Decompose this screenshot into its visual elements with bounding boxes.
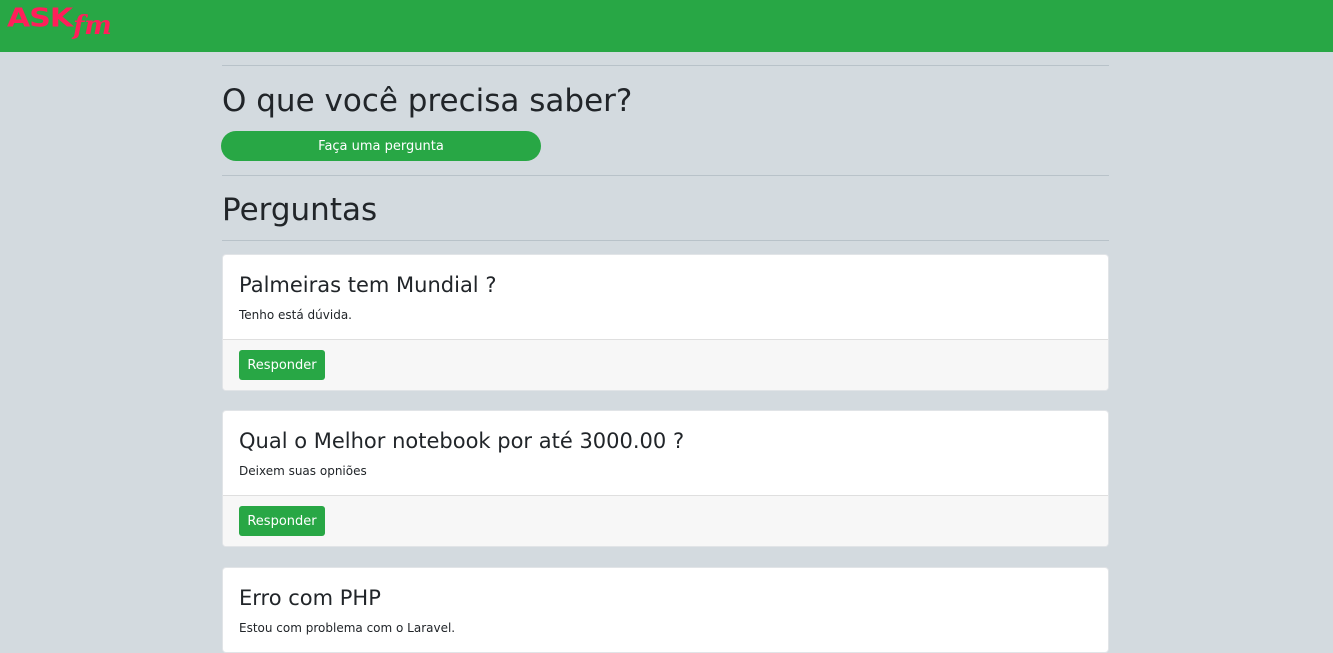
ask-question-button[interactable]: Faça uma pergunta — [221, 131, 541, 161]
askfm-logo[interactable]: ASK fm — [7, 4, 112, 44]
divider-bottom — [222, 240, 1109, 241]
logo-fm-text: fm — [73, 11, 112, 41]
divider-middle — [222, 175, 1109, 176]
question-card-body: Palmeiras tem Mundial ? Tenho está dúvid… — [223, 255, 1108, 339]
question-text: Deixem suas opniões — [239, 464, 367, 478]
question-card-footer: Responder — [223, 339, 1108, 390]
question-title: Erro com PHP — [239, 586, 381, 610]
question-card: Erro com PHP Estou com problema com o La… — [222, 567, 1109, 653]
question-card-footer: Responder — [223, 495, 1108, 546]
question-card-body: Qual o Melhor notebook por até 3000.00 ?… — [223, 411, 1108, 495]
question-card-body: Erro com PHP Estou com problema com o La… — [223, 568, 1108, 652]
question-text: Estou com problema com o Laravel. — [239, 621, 456, 635]
reply-button[interactable]: Responder — [239, 350, 325, 380]
question-title: Qual o Melhor notebook por até 3000.00 ? — [239, 429, 685, 453]
reply-button[interactable]: Responder — [239, 506, 325, 536]
logo-ask-text: ASK — [7, 3, 73, 34]
question-title: Palmeiras tem Mundial ? — [239, 273, 497, 297]
ask-heading: O que você precisa saber? — [222, 83, 633, 119]
top-navbar: ASK fm — [0, 0, 1333, 52]
question-card: Qual o Melhor notebook por até 3000.00 ?… — [222, 410, 1109, 547]
question-card: Palmeiras tem Mundial ? Tenho está dúvid… — [222, 254, 1109, 391]
question-text: Tenho está dúvida. — [239, 308, 352, 322]
questions-heading: Perguntas — [222, 192, 378, 228]
divider-top — [222, 65, 1109, 66]
